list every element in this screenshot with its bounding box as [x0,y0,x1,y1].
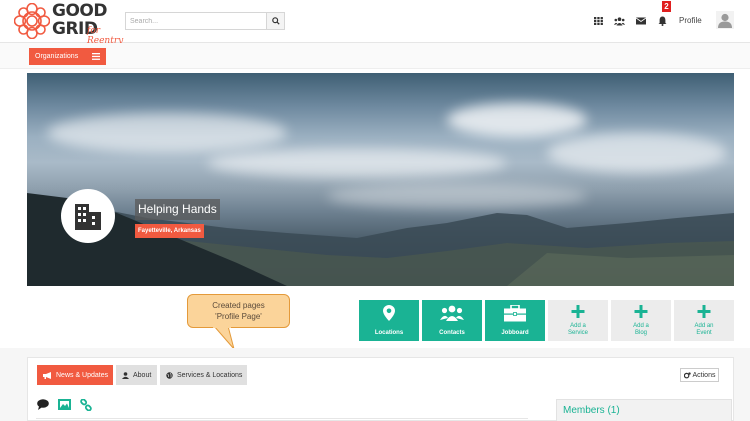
organizations-label: Organizations [35,53,79,60]
messages-button[interactable] [635,15,647,27]
user-avatar-icon [718,13,732,28]
briefcase-icon [504,305,526,322]
add-blog-label-1: Add a [633,323,649,329]
callout-pointer [213,326,235,350]
user-icon [122,371,129,379]
organizations-button[interactable]: Organizations [29,48,106,65]
people-icon [613,16,625,25]
organization-avatar [61,189,115,243]
add-service-tile[interactable]: Add a Service [548,300,608,341]
search-icon [271,17,280,25]
photo-icon [58,399,71,410]
megaphone-icon [43,371,51,379]
search-button[interactable] [266,12,285,30]
organization-name: Helping Hands [135,199,220,220]
hamburger-menu-icon [92,53,100,60]
add-blog-label-2: Blog [634,330,647,336]
search-bar [125,12,285,30]
apps-grid-icon [593,17,603,25]
organization-location-badge: Fayetteville, Arkansas [135,224,204,238]
composer-divider [36,418,528,419]
tab-news-label: News & Updates [56,371,109,379]
plus-icon [571,305,585,318]
user-avatar[interactable] [716,11,734,29]
tab-services-label: Services & Locations [177,371,243,379]
globe-icon [166,371,173,379]
locations-label: Locations [374,330,404,336]
envelope-icon [636,17,646,25]
speech-bubble-icon [36,399,49,410]
logo-text-good: GOOD [52,1,107,21]
people-button[interactable] [613,15,625,27]
add-event-label-1: Add an [694,323,714,329]
tab-about-label: About [133,371,152,379]
callout-line-1: Created pages [212,301,265,310]
post-link-button[interactable] [79,398,92,411]
flower-logo-icon [14,3,50,39]
gears-icon [683,371,691,378]
group-icon [440,305,464,321]
cover-banner [27,73,734,286]
add-event-label-2: Event [696,330,712,336]
jobboard-tile[interactable]: Jobboard [485,300,545,341]
tab-services-locations[interactable]: Services & Locations [160,365,247,385]
contacts-label: Contacts [439,330,465,336]
add-service-label-1: Add a [570,323,586,329]
site-logo[interactable]: GOOD GRID for Reentry [14,1,134,46]
building-icon [75,204,101,230]
organizations-bar [0,43,750,69]
profile-link[interactable]: Profile [679,16,702,25]
plus-icon [634,305,648,318]
add-event-tile[interactable]: Add an Event [674,300,734,341]
callout-line-2: 'Profile Page' [215,312,262,321]
actions-label: Actions [692,371,716,379]
tab-about[interactable]: About [116,365,157,385]
post-photo-button[interactable] [58,398,71,411]
locations-tile[interactable]: Locations [359,300,419,341]
bell-icon [658,16,666,26]
map-marker-icon [383,305,395,321]
add-blog-tile[interactable]: Add a Blog [611,300,671,341]
jobboard-label: Jobboard [501,330,529,336]
add-service-label-2: Service [567,330,588,336]
annotation-callout: Created pages 'Profile Page' [187,294,290,328]
actions-button[interactable]: Actions [680,368,719,382]
members-panel-header[interactable]: Members (1) [556,399,732,421]
notification-count-badge: 2 [662,1,671,12]
apps-grid-button[interactable] [592,15,604,27]
contacts-tile[interactable]: Contacts [422,300,482,341]
members-label: Members (1) [563,405,620,416]
post-status-button[interactable] [36,398,49,411]
search-input[interactable] [125,12,266,30]
plus-icon [697,305,711,318]
tab-news-updates[interactable]: News & Updates [37,365,113,385]
landscape-image [27,193,734,286]
notifications-button[interactable] [656,15,668,27]
link-icon [79,398,92,411]
